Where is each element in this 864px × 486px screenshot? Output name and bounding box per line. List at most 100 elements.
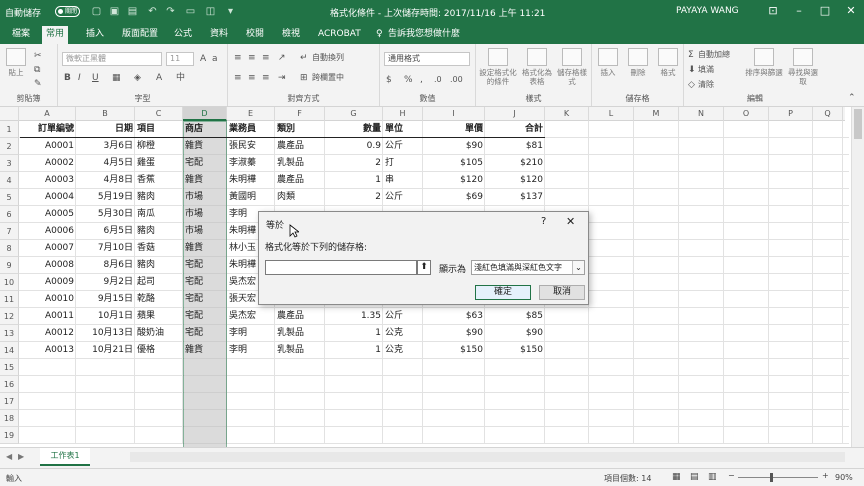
table-cell[interactable]: 宅配 — [183, 274, 227, 291]
table-cell[interactable]: 公斤 — [383, 189, 423, 206]
vertical-scrollbar[interactable] — [851, 107, 864, 457]
table-cell[interactable]: $210 — [485, 155, 545, 172]
column-header-k[interactable]: K — [545, 107, 589, 121]
column-header-m[interactable]: M — [634, 107, 679, 121]
zoom-out-icon[interactable]: − — [728, 471, 735, 480]
table-cell[interactable]: 吳杰宏 — [227, 308, 275, 325]
font-color-icon[interactable]: A — [156, 72, 162, 84]
table-cell[interactable]: 7月10日 — [76, 240, 135, 257]
grow-font-icon[interactable]: A — [200, 53, 206, 65]
collapse-ribbon-icon[interactable]: ⌃ — [848, 92, 856, 104]
minimize-button[interactable]: – — [786, 0, 812, 24]
table-cell[interactable]: 雞蛋 — [135, 155, 183, 172]
column-header-g[interactable]: G — [325, 107, 383, 121]
table-cell[interactable]: 宅配 — [183, 155, 227, 172]
table-cell[interactable]: $90 — [485, 325, 545, 342]
row-header[interactable]: 5 — [0, 189, 19, 206]
format-dropdown[interactable]: 淺紅色填滿與深紅色文字 ⌄ — [471, 260, 585, 275]
table-cell[interactable]: $69 — [423, 189, 485, 206]
row-header[interactable]: 10 — [0, 274, 19, 291]
table-cell[interactable]: 農產品 — [275, 308, 325, 325]
table-cell[interactable]: $90 — [423, 325, 485, 342]
sort-filter-button[interactable]: 排序與篩選 — [744, 48, 784, 77]
row-header[interactable]: 1 — [0, 121, 19, 138]
number-format-select[interactable]: 通用格式 — [384, 52, 470, 66]
chevron-down-icon[interactable]: ⌄ — [572, 261, 584, 274]
table-cell[interactable]: A0008 — [19, 257, 76, 274]
table-cell[interactable]: 李明 — [227, 325, 275, 342]
row-header[interactable]: 12 — [0, 308, 19, 325]
merge-icon[interactable]: ⊞ — [300, 72, 308, 84]
fill-color-icon[interactable]: ◈ — [134, 72, 141, 84]
row-header[interactable]: 3 — [0, 155, 19, 172]
table-cell[interactable]: 5月19日 — [76, 189, 135, 206]
table-cell[interactable]: $63 — [423, 308, 485, 325]
vertical-scroll-thumb[interactable] — [854, 109, 862, 139]
tab-page-layout[interactable]: 版面配置 — [118, 26, 162, 44]
table-cell[interactable]: 宅配 — [183, 308, 227, 325]
header-cell[interactable]: 訂單編號 — [19, 121, 76, 138]
table-cell[interactable]: 農產品 — [275, 138, 325, 155]
table-cell[interactable]: 乳製品 — [275, 325, 325, 342]
table-cell[interactable]: 8月6日 — [76, 257, 135, 274]
user-name[interactable]: PAYAYA WANG — [676, 6, 739, 16]
tell-me-box[interactable]: 告訴我您想做什麼 — [384, 26, 464, 44]
header-cell[interactable]: 日期 — [76, 121, 135, 138]
bold-icon[interactable]: B — [64, 72, 71, 84]
table-cell[interactable]: A0007 — [19, 240, 76, 257]
indent-icon[interactable]: ⇥ — [278, 72, 286, 84]
tab-review[interactable]: 校閱 — [242, 26, 268, 44]
percent-icon[interactable]: % — [404, 74, 413, 86]
table-cell[interactable]: $137 — [485, 189, 545, 206]
camera-icon[interactable]: ◫ — [204, 5, 217, 18]
row-header[interactable]: 9 — [0, 257, 19, 274]
row-header[interactable]: 19 — [0, 427, 19, 444]
header-cell[interactable]: 單價 — [423, 121, 485, 138]
table-cell[interactable]: $85 — [485, 308, 545, 325]
table-cell[interactable]: 柳橙 — [135, 138, 183, 155]
zoom-in-icon[interactable]: + — [822, 471, 829, 480]
comma-icon[interactable]: , — [420, 74, 423, 86]
ribbon-display-icon[interactable]: ⊡ — [760, 0, 786, 24]
table-cell[interactable]: 雜貨 — [183, 138, 227, 155]
table-cell[interactable]: A0012 — [19, 325, 76, 342]
header-cell[interactable]: 商店 — [183, 121, 227, 138]
touch-mode-icon[interactable]: ▭ — [184, 5, 197, 18]
table-cell[interactable]: $81 — [485, 138, 545, 155]
align-bottom-icon[interactable]: ≡ — [262, 52, 270, 64]
wrap-text-icon[interactable]: ↵ — [300, 52, 308, 64]
insert-cells-button[interactable]: 插入 — [594, 48, 622, 77]
table-cell[interactable]: 宅配 — [183, 257, 227, 274]
sheet-tab-1[interactable]: 工作表1 — [40, 448, 90, 466]
table-cell[interactable]: 1.35 — [325, 308, 383, 325]
autosum-button[interactable]: 自動加總 — [698, 49, 730, 61]
table-cell[interactable]: 豬肉 — [135, 189, 183, 206]
tab-view[interactable]: 檢視 — [278, 26, 304, 44]
table-cell[interactable]: 公斤 — [383, 308, 423, 325]
column-header-c[interactable]: C — [135, 107, 183, 121]
table-cell[interactable]: 香菇 — [135, 240, 183, 257]
table-cell[interactable]: A0005 — [19, 206, 76, 223]
table-cell[interactable]: 市場 — [183, 189, 227, 206]
tab-data[interactable]: 資料 — [206, 26, 232, 44]
align-top-icon[interactable]: ≡ — [234, 52, 242, 64]
table-cell[interactable]: 公斤 — [383, 138, 423, 155]
align-right-icon[interactable]: ≡ — [262, 72, 270, 84]
delete-cells-button[interactable]: 刪除 — [624, 48, 652, 77]
print-icon[interactable]: ▤ — [126, 5, 139, 18]
align-middle-icon[interactable]: ≡ — [248, 52, 256, 64]
table-cell[interactable]: 南瓜 — [135, 206, 183, 223]
table-cell[interactable]: 3月6日 — [76, 138, 135, 155]
table-cell[interactable]: $120 — [485, 172, 545, 189]
dialog-help-button[interactable]: ? — [541, 216, 546, 227]
header-cell[interactable]: 項目 — [135, 121, 183, 138]
table-cell[interactable]: 豬肉 — [135, 257, 183, 274]
table-cell[interactable]: 蘋果 — [135, 308, 183, 325]
table-cell[interactable]: 2 — [325, 189, 383, 206]
copy-icon[interactable]: ⧉ — [34, 64, 40, 76]
cell-styles-button[interactable]: 儲存格樣式 — [556, 48, 588, 86]
table-cell[interactable]: 李明 — [227, 342, 275, 359]
sheet-next-icon[interactable]: ▶ — [18, 452, 24, 461]
font-name-select[interactable]: 微軟正黑體 — [62, 52, 162, 66]
table-cell[interactable]: 豬肉 — [135, 223, 183, 240]
